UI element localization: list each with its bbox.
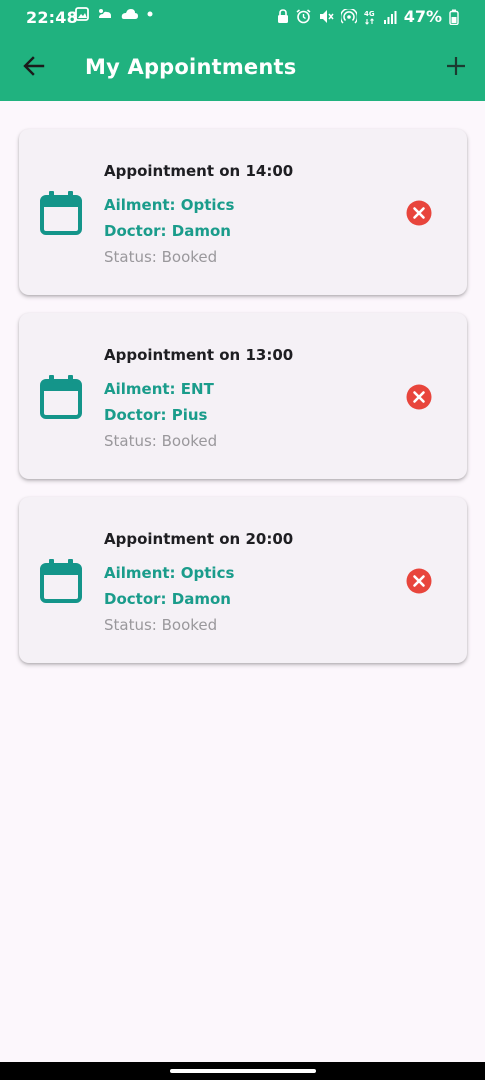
svg-text:4G: 4G [364, 10, 375, 18]
appointment-title: Appointment on 20:00 [104, 530, 294, 548]
add-appointment-button[interactable] [441, 51, 471, 81]
appointment-card[interactable]: Appointment on 14:00 Ailment: Optics Doc… [19, 129, 467, 295]
home-gesture-handle[interactable] [170, 1069, 316, 1073]
arrow-left-icon [23, 56, 45, 76]
hotspot-icon [340, 9, 357, 24]
appointment-status: Status: Booked [104, 432, 218, 450]
appointment-card[interactable]: Appointment on 20:00 Ailment: Optics Doc… [19, 497, 467, 663]
dot-icon [147, 11, 153, 17]
cloud-icon [121, 9, 138, 19]
appointment-doctor: Doctor: Damon [104, 590, 231, 608]
system-nav-bar [0, 1062, 485, 1080]
image-icon [75, 7, 89, 21]
4g-icon: 4G [364, 10, 375, 25]
top-bar: 22:48 4G 47% My Appointments [0, 0, 485, 101]
appointment-status: Status: Booked [104, 248, 218, 266]
lock-icon [277, 9, 288, 23]
mute-icon [319, 10, 334, 23]
appointment-title: Appointment on 13:00 [104, 346, 294, 364]
signal-icon [383, 10, 397, 24]
appointment-doctor: Doctor: Pius [104, 406, 208, 424]
cancel-icon[interactable] [406, 568, 432, 594]
appointment-status: Status: Booked [104, 616, 218, 634]
battery-icon [449, 9, 459, 25]
plus-icon [447, 57, 465, 75]
appointment-card[interactable]: Appointment on 13:00 Ailment: ENT Doctor… [19, 313, 467, 479]
back-button[interactable] [18, 50, 50, 82]
app-bar: My Appointments [0, 36, 485, 101]
status-time: 22:48 [26, 8, 78, 27]
appointment-title: Appointment on 14:00 [104, 162, 294, 180]
calendar-icon [40, 375, 82, 419]
cancel-icon[interactable] [406, 384, 432, 410]
calendar-icon [40, 559, 82, 603]
appointment-ailment: Ailment: Optics [104, 564, 235, 582]
battery-percent: 47% [403, 7, 442, 26]
page-title: My Appointments [85, 55, 297, 79]
alarm-icon [296, 9, 311, 24]
appointment-ailment: Ailment: ENT [104, 380, 214, 398]
calendar-icon [40, 191, 82, 235]
weather-icon [99, 9, 111, 18]
appointment-doctor: Doctor: Damon [104, 222, 231, 240]
appointments-list: Appointment on 14:00 Ailment: Optics Doc… [19, 129, 467, 681]
status-bar: 22:48 4G 47% [0, 0, 485, 36]
status-left-icons [75, 7, 153, 21]
appointment-ailment: Ailment: Optics [104, 196, 235, 214]
status-right-icons: 4G 47% [277, 7, 459, 26]
cancel-icon[interactable] [406, 200, 432, 226]
